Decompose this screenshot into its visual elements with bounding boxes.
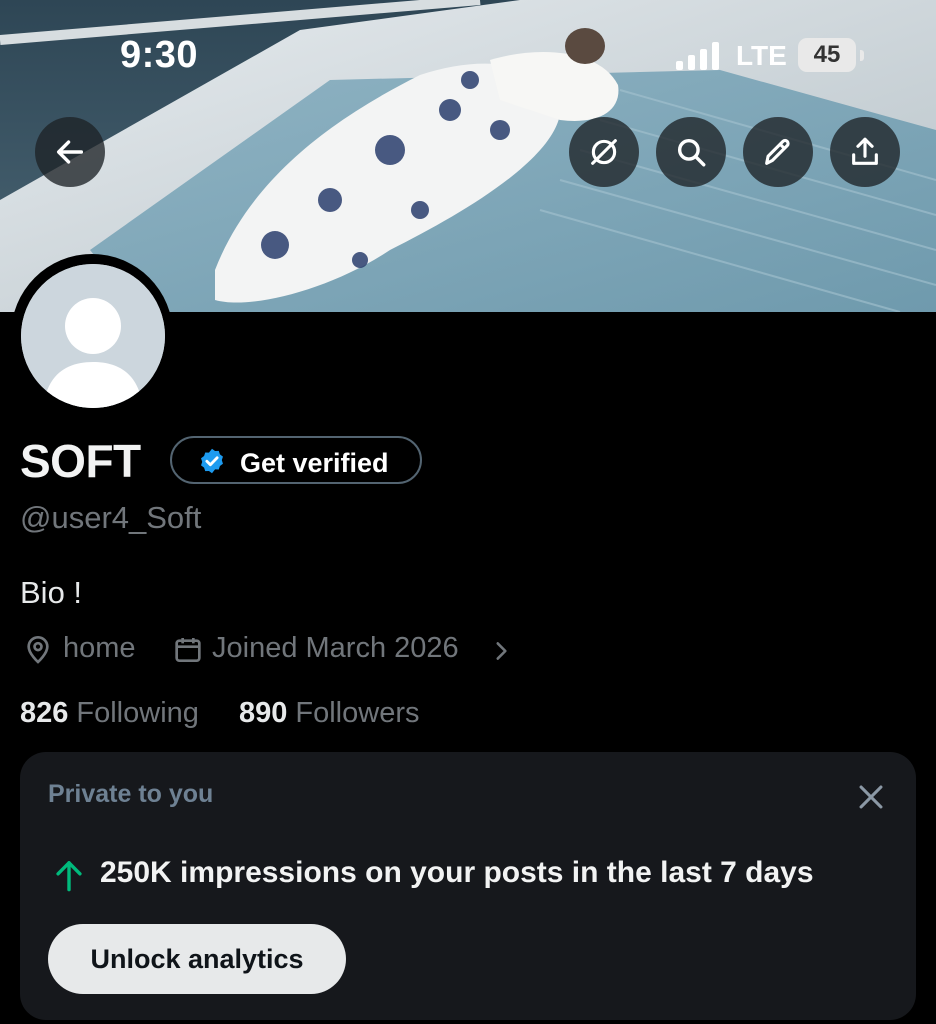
signal-icon [676,42,719,70]
share-button[interactable] [830,117,900,187]
chevron-right-icon [496,642,507,660]
default-avatar-icon [21,264,165,408]
grok-button[interactable] [569,117,639,187]
following-label: Following [76,697,199,729]
location-pin-icon [27,636,49,664]
network-label: LTE [736,40,787,71]
edit-button[interactable] [743,117,813,187]
joined-date[interactable]: Joined March 2026 [172,632,507,665]
arrow-up-icon [56,861,82,892]
arrow-left-icon [56,140,84,164]
following-count: 826 [20,697,69,729]
unlock-analytics-button[interactable]: Unlock analytics [48,924,346,994]
status-bar: 9:30 LTE 45 [0,0,936,110]
share-icon [852,137,878,165]
username-handle: @user4_Soft [20,500,202,535]
battery-tip [860,50,864,61]
avatar[interactable] [21,264,165,408]
analytics-card: Private to you 250K impressions on your … [20,752,916,1020]
battery-icon: 45 [798,38,856,72]
following-link[interactable]: 826 Following [20,697,199,730]
followers-count: 890 [239,697,288,729]
followers-link[interactable]: 890 Followers [239,697,419,730]
impressions-message: 250K impressions on your posts in the la… [100,856,814,889]
profile-bio: Bio ! [20,575,83,610]
back-button[interactable] [35,117,105,187]
calendar-icon [175,638,201,662]
followers-label: Followers [295,697,420,729]
search-button[interactable] [656,117,726,187]
search-icon [677,138,706,167]
pencil-icon [765,138,790,165]
card-title: Private to you [48,780,214,808]
verified-badge-icon [201,448,223,474]
joined-text: Joined March 2026 [212,632,459,664]
status-time: 9:30 [120,34,199,76]
grok-icon [591,139,617,165]
close-icon[interactable] [854,780,888,814]
get-verified-button[interactable]: Get verified [170,436,422,484]
display-name: SOFT [20,435,141,487]
location-text: home [63,632,136,664]
get-verified-label: Get verified [240,448,389,478]
location: home [22,632,136,665]
